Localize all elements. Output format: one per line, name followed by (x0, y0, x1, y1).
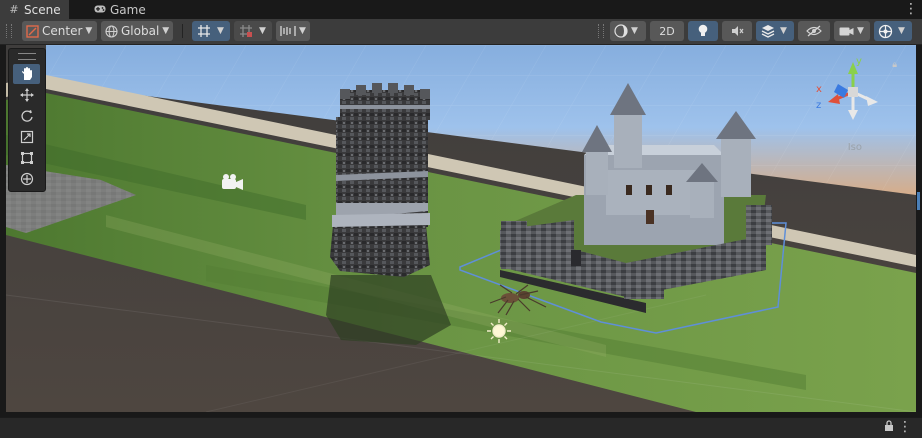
grid-snap-icon (198, 25, 210, 37)
tab-game[interactable]: Game (86, 0, 154, 19)
axis-gizmo-graphic (828, 62, 878, 120)
lightbulb-icon (698, 24, 708, 36)
gizmo-z-label: z (816, 100, 822, 111)
hash-icon: # (9, 2, 19, 16)
transform-tool-button[interactable] (13, 169, 40, 189)
panel-edge-highlight (917, 192, 920, 210)
chevron-down-icon: ▼ (898, 26, 905, 36)
gizmo-lock-icon[interactable]: 🔒︎ (892, 60, 897, 70)
scale-icon (20, 130, 33, 144)
projection-label[interactable]: Iso (848, 142, 862, 153)
align-tools-dropdown[interactable]: ▼ (276, 21, 310, 41)
kebab-menu-icon[interactable]: ⋮ (904, 2, 918, 16)
chevron-down-icon: ▼ (259, 26, 266, 36)
chevron-down-icon: ▼ (780, 26, 787, 36)
shading-sphere-icon (614, 24, 628, 38)
gizmo-y-label: y (856, 56, 862, 67)
mode-2d-label: 2D (659, 24, 675, 38)
chevron-down-icon: ▼ (217, 26, 224, 36)
tools-panel-grip[interactable] (18, 53, 36, 60)
scene-status-bar: ⋮ (0, 417, 922, 438)
chevron-down-icon: ▼ (162, 26, 170, 36)
pivot-mode-dropdown[interactable]: Center ▼ (22, 21, 97, 41)
align-icon (280, 26, 296, 36)
chevron-down-icon: ▼ (85, 26, 93, 36)
draw-mode-dropdown[interactable]: ▼ (610, 21, 646, 41)
scene-viewport[interactable] (6, 45, 916, 412)
pivot-space-label: Global (121, 24, 160, 38)
gamepad-icon (94, 4, 106, 16)
chevron-down-icon: ▼ (631, 26, 638, 36)
rect-transform-icon (20, 152, 33, 164)
chevron-down-icon: ▼ (299, 26, 306, 36)
editor-tab-bar: # Scene Game ⋮ (0, 0, 922, 19)
scene-tools-panel (8, 48, 46, 192)
gizmo-x-label: x (816, 84, 822, 95)
orientation-gizmo[interactable]: y x z (816, 56, 886, 126)
lock-icon[interactable] (884, 420, 894, 435)
grid-snapping-toggle[interactable]: ▼ (192, 21, 230, 41)
eye-slash-icon (806, 25, 822, 37)
stone-tower-object (330, 83, 430, 277)
gizmo-globe-icon (878, 24, 893, 38)
rotate-icon (20, 110, 33, 122)
effects-layers-icon (761, 25, 775, 38)
mode-2d-toggle[interactable]: 2D (650, 21, 684, 41)
tab-scene[interactable]: # Scene (0, 0, 69, 19)
toolbar-grip[interactable] (6, 24, 12, 38)
pivot-center-icon (26, 24, 39, 38)
toolbar-divider (182, 24, 183, 38)
rotate-tool-button[interactable] (13, 106, 40, 126)
pivot-mode-label: Center (42, 24, 83, 38)
tab-game-label: Game (110, 2, 146, 17)
globe-icon (105, 24, 118, 38)
camera-settings-dropdown[interactable]: ▼ (834, 21, 870, 41)
lighting-toggle[interactable] (688, 21, 718, 41)
transform-icon (20, 172, 33, 186)
hidden-objects-toggle[interactable] (798, 21, 830, 41)
effects-dropdown[interactable]: ▼ (756, 21, 794, 41)
hand-icon (21, 67, 32, 80)
move-tool-button[interactable] (13, 85, 40, 105)
speaker-muted-icon (732, 26, 744, 36)
scale-tool-button[interactable] (13, 127, 40, 147)
increment-snap-icon (240, 25, 252, 37)
hand-tool-button[interactable] (13, 64, 40, 84)
pivot-space-dropdown[interactable]: Global ▼ (101, 21, 173, 41)
rect-tool-button[interactable] (13, 148, 40, 168)
gizmos-dropdown[interactable]: ▼ (874, 21, 912, 41)
audio-toggle[interactable] (722, 21, 752, 41)
tab-scene-label: Scene (24, 2, 61, 17)
kebab-menu-icon[interactable]: ⋮ (898, 419, 912, 435)
toolbar-grip[interactable] (598, 24, 604, 38)
camera-icon (839, 27, 854, 35)
increment-snap-toggle[interactable]: ▼ (234, 21, 272, 41)
chevron-down-icon: ▼ (857, 26, 864, 36)
scene-render (6, 45, 916, 412)
move-arrows-icon (19, 88, 34, 102)
scene-toolbar: Center ▼ Global ▼ ▼ ▼ ▼ ▼ 2D ▼ ▼ ▼ (0, 19, 922, 45)
